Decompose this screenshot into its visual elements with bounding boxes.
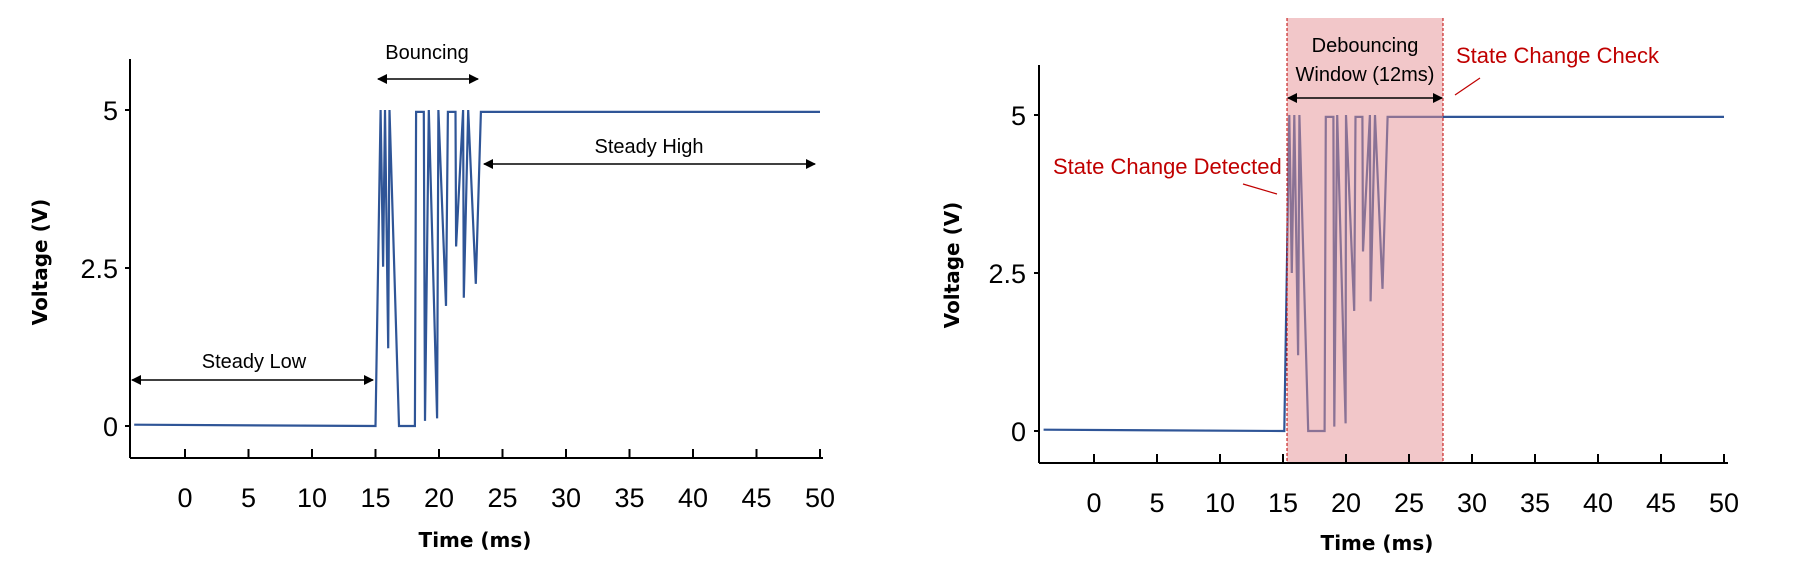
x-tick-label: 35 — [1520, 488, 1550, 518]
y-tick-label: 0 — [103, 412, 118, 442]
x-tick-label: 30 — [551, 483, 581, 513]
y-tick-label: 2.5 — [988, 259, 1026, 289]
x-tick-label: 30 — [1457, 488, 1487, 518]
x-tick-label: 25 — [1394, 488, 1424, 518]
state-change-detected-leader — [1242, 183, 1278, 195]
x-tick-label: 10 — [297, 483, 327, 513]
y-tick-label: 0 — [1011, 417, 1026, 447]
x-tick-label: 5 — [241, 483, 256, 513]
y-axis-title: Voltage (V) — [28, 199, 52, 326]
series-line-0 — [134, 109, 820, 428]
steady-high-label: Steady High — [595, 136, 704, 158]
x-tick-label: 50 — [1709, 488, 1739, 518]
x-tick-label: 25 — [487, 483, 517, 513]
y-tick-label: 5 — [1011, 101, 1026, 131]
y-ticks: 02.55 — [80, 96, 130, 442]
state-change-check-label: State Change Check — [1456, 43, 1660, 68]
x-tick-label: 15 — [360, 483, 390, 513]
x-tick-label: 0 — [1086, 488, 1101, 518]
window-label-line2: Window (12ms) — [1296, 64, 1435, 86]
y-tick-label: 2.5 — [80, 254, 118, 284]
series-layer — [134, 109, 820, 428]
x-tick-label: 0 — [177, 483, 192, 513]
x-axis-title: Time (ms) — [1321, 531, 1434, 555]
chart-bouncing: 0 5 10 15 20 25 30 35 40 45 50 02.55 Time (ms) Vol… — [28, 42, 835, 552]
bouncing-label: Bouncing — [385, 42, 468, 64]
x-tick-label: 35 — [614, 483, 644, 513]
x-tick-label: 50 — [805, 483, 835, 513]
x-tick-label: 45 — [741, 483, 771, 513]
x-axis-title: Time (ms) — [419, 528, 532, 552]
y-axis-title: Voltage (V) — [940, 202, 964, 329]
x-tick-label: 40 — [1583, 488, 1613, 518]
chart-debouncing: 0 5 10 15 20 25 30 35 40 45 50 02.55 Time (ms) Vol… — [940, 18, 1739, 555]
x-tick-label: 45 — [1646, 488, 1676, 518]
window-label-line1: Debouncing — [1312, 35, 1419, 57]
steady-low-label: Steady Low — [202, 351, 307, 373]
x-tick-label: 20 — [1331, 488, 1361, 518]
x-tick-label: 10 — [1205, 488, 1235, 518]
state-change-detected-label: State Change Detected — [1053, 154, 1282, 179]
y-tick-label: 5 — [103, 96, 118, 126]
x-tick-label: 15 — [1268, 488, 1298, 518]
x-tick-label: 20 — [424, 483, 454, 513]
x-tick-label: 40 — [678, 483, 708, 513]
state-change-check-leader — [1454, 77, 1481, 96]
y-ticks: 02.55 — [988, 101, 1039, 447]
figure: 0 5 10 15 20 25 30 35 40 45 50 02.55 Time (ms) Vol… — [28, 18, 1739, 555]
x-tick-label: 5 — [1149, 488, 1164, 518]
